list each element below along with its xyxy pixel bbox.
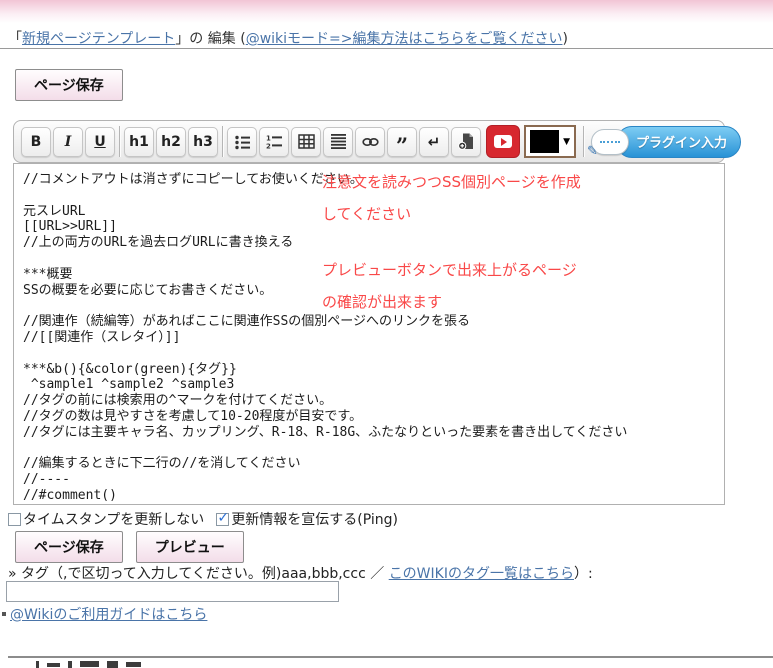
wiki-source-textarea[interactable]: //コメントアウトは消さずにコピーしてお使いください。 元スレURL [[URL… <box>13 163 725 505</box>
page-title: 「新規ページテンプレート」の 編集 (@wikiモード=>編集方法はこちらをご覧… <box>8 28 568 48</box>
dotted-line-icon <box>600 141 620 143</box>
clipped-heading <box>36 661 141 668</box>
color-swatch <box>530 130 559 153</box>
tag-label-suffix: ）: <box>574 566 593 582</box>
align-button[interactable] <box>323 127 353 157</box>
timestamp-checkbox[interactable] <box>8 513 21 526</box>
youtube-icon <box>494 135 512 148</box>
heading3-button[interactable]: h3 <box>188 127 218 157</box>
underline-button[interactable]: U <box>85 127 115 157</box>
plugin-input-label: プラグイン入力 <box>616 126 741 158</box>
table-button[interactable] <box>291 127 321 157</box>
toolbar-separator <box>222 126 223 157</box>
heading2-button[interactable]: h2 <box>156 127 186 157</box>
table-icon <box>298 134 315 149</box>
speech-bubble-icon: ✎ <box>591 129 629 155</box>
tag-instructions: » タグ（,で区切って入力してください。例)aaa,bbb,ccc ／ このWI… <box>8 563 593 583</box>
text-color-picker[interactable]: ▼ <box>524 125 576 158</box>
save-page-button-bottom[interactable]: ページ保存 <box>15 531 123 563</box>
link-chain-icon <box>362 135 379 149</box>
save-options-row: タイムスタンプを更新しない ✓ 更新情報を宣伝する(Ping) <box>8 509 398 529</box>
title-text: ) <box>562 31 567 47</box>
edit-help-link[interactable]: @wikiモード=>編集方法はこちらをご覧ください <box>246 31 563 47</box>
guide-link-row: @Wikiのご利用ガイドはこちら <box>10 604 207 624</box>
bullet-list-button[interactable] <box>227 127 257 157</box>
italic-button[interactable]: I <box>53 127 83 157</box>
title-text: 」の 編集 ( <box>175 31 245 47</box>
toolbar-separator <box>119 126 120 157</box>
tag-label: » タグ（,で区切って入力してください。例)aaa,bbb,ccc ／ <box>8 566 389 582</box>
linebreak-button[interactable]: ↵ <box>419 127 449 157</box>
pencil-icon: ✎ <box>587 144 598 159</box>
preview-button[interactable]: プレビュー <box>136 531 244 563</box>
quote-button[interactable]: ” <box>387 127 417 157</box>
play-triangle-icon <box>501 138 507 146</box>
align-lines-icon <box>331 134 346 149</box>
bold-button[interactable]: B <box>21 127 51 157</box>
svg-text:1: 1 <box>266 134 271 142</box>
tag-list-link[interactable]: このWIKIのタグ一覧はこちら <box>389 566 574 582</box>
check-icon: ✓ <box>217 510 229 526</box>
list-bullet <box>2 612 6 616</box>
ping-checkbox-label: 更新情報を宣伝する(Ping) <box>231 509 398 529</box>
numbered-list-icon: 1 2 <box>266 134 283 150</box>
title-text: 「 <box>8 31 22 47</box>
action-buttons-row: ページ保存 プレビュー <box>15 531 244 563</box>
title-divider <box>0 48 773 49</box>
top-gradient-band <box>0 0 773 23</box>
toolbar-separator <box>583 126 584 157</box>
timestamp-checkbox-label: タイムスタンプを更新しない <box>23 509 204 529</box>
new-page-button[interactable] <box>451 127 481 157</box>
link-button[interactable] <box>355 127 385 157</box>
bottom-divider <box>8 656 773 658</box>
editor-toolbar: B I U h1 h2 h3 1 2 <box>13 120 725 163</box>
tag-input[interactable] <box>6 581 339 602</box>
plugin-input-button[interactable]: ✎ プラグイン入力 <box>591 126 741 158</box>
numbered-list-button[interactable]: 1 2 <box>259 127 289 157</box>
heading1-button[interactable]: h1 <box>124 127 154 157</box>
svg-text:2: 2 <box>266 142 271 150</box>
youtube-button[interactable] <box>486 125 520 158</box>
save-page-button-top[interactable]: ページ保存 <box>15 69 123 101</box>
wiki-edit-page: 「新規ページテンプレート」の 編集 (@wikiモード=>編集方法はこちらをご覧… <box>0 0 773 668</box>
page-name-link[interactable]: 新規ページテンプレート <box>22 31 175 47</box>
bullet-list-icon <box>234 134 251 150</box>
ping-checkbox[interactable]: ✓ <box>216 513 229 526</box>
wiki-guide-link[interactable]: @Wikiのご利用ガイドはこちら <box>10 607 207 623</box>
page-add-icon <box>458 133 475 150</box>
chevron-down-icon: ▼ <box>563 137 570 147</box>
